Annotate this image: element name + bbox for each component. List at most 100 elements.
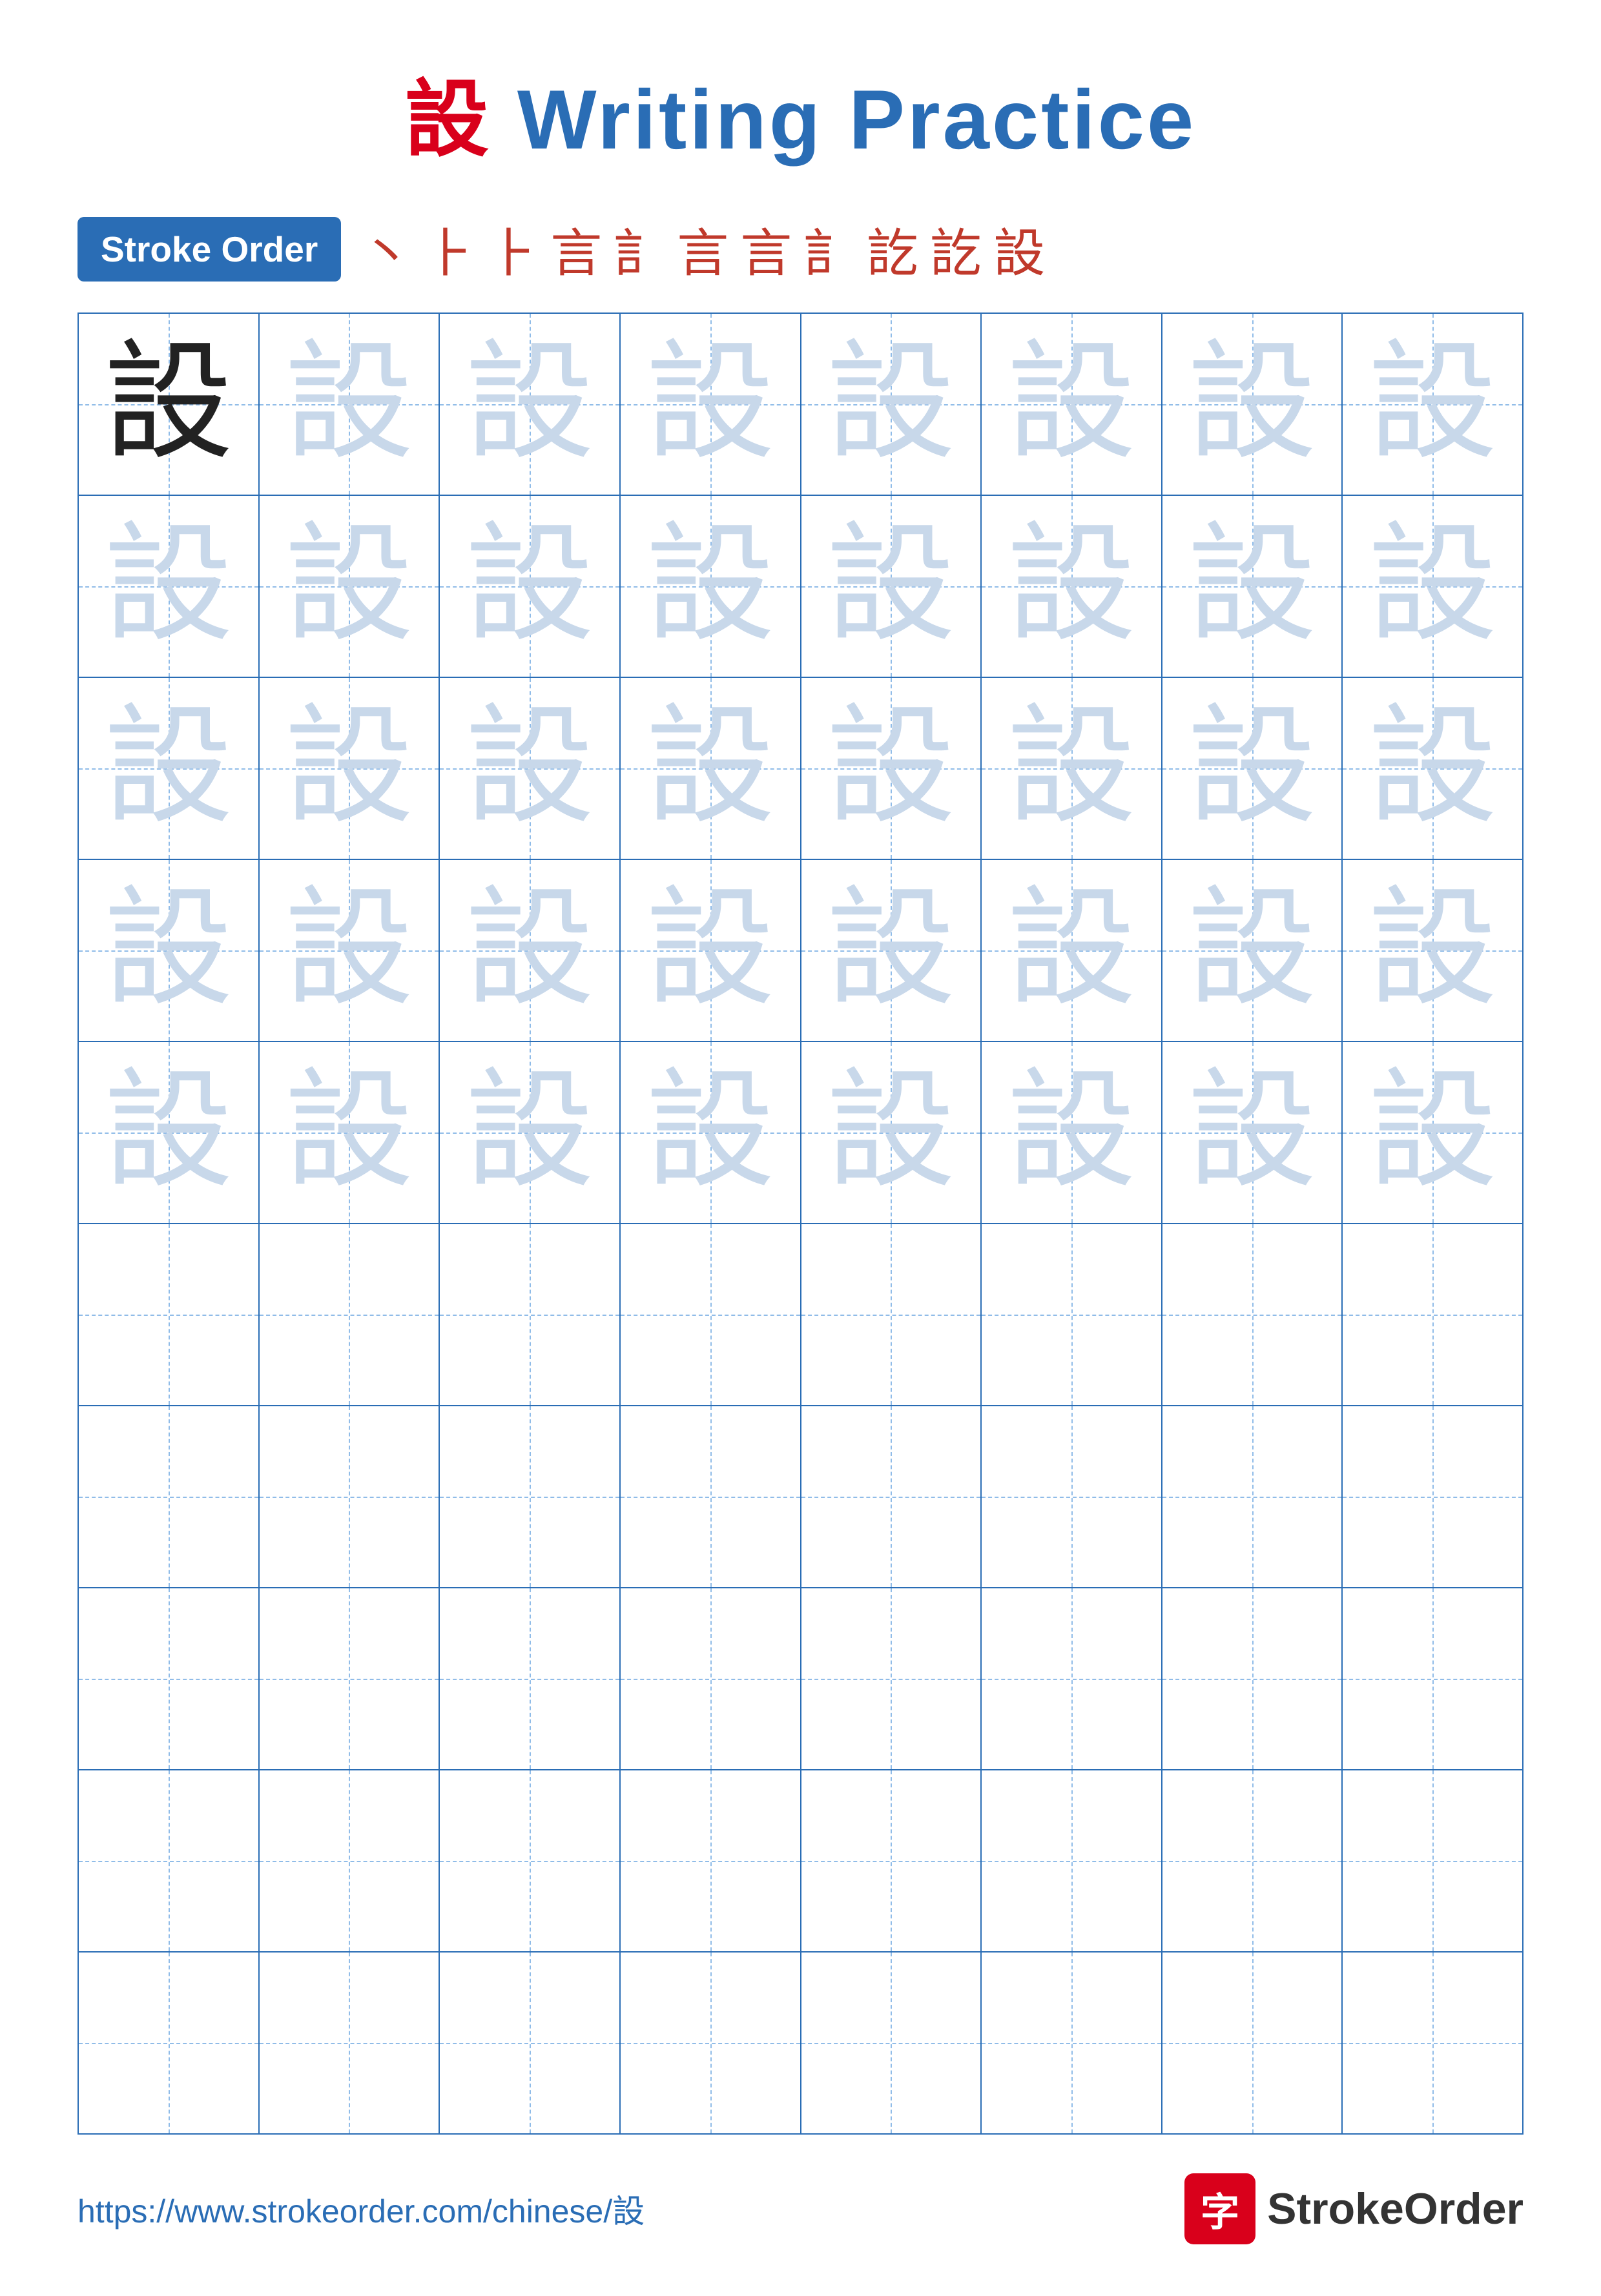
grid-cell[interactable]: 設 bbox=[440, 1042, 621, 1223]
grid-cell[interactable]: 設 bbox=[982, 678, 1162, 859]
grid-cell[interactable] bbox=[440, 1588, 621, 1769]
grid-cell[interactable]: 設 bbox=[79, 496, 260, 677]
stroke-step: 丶 bbox=[360, 212, 412, 287]
grid-cell[interactable] bbox=[621, 1224, 801, 1405]
grid-cell[interactable] bbox=[440, 1770, 621, 1951]
grid-row bbox=[79, 1224, 1522, 1406]
grid-cell[interactable] bbox=[1162, 1406, 1343, 1587]
grid-cell[interactable] bbox=[260, 1588, 440, 1769]
title-rest: Writing Practice bbox=[491, 72, 1196, 167]
grid-cell[interactable] bbox=[79, 1953, 260, 2133]
stroke-chars: 丶 ⺊ ⺊ 言 訁 言 言 訁 訖 訖 設 bbox=[360, 212, 1045, 287]
grid-cell[interactable] bbox=[801, 1406, 982, 1587]
practice-char: 設 bbox=[1007, 1068, 1136, 1197]
grid-cell[interactable] bbox=[79, 1770, 260, 1951]
grid-cell[interactable]: 設 bbox=[621, 678, 801, 859]
grid-cell[interactable] bbox=[1162, 1588, 1343, 1769]
grid-cell[interactable]: 設 bbox=[621, 860, 801, 1041]
grid-cell[interactable]: 設 bbox=[801, 860, 982, 1041]
grid-cell[interactable]: 設 bbox=[982, 496, 1162, 677]
stroke-step: 訁 bbox=[803, 212, 855, 287]
practice-char: 設 bbox=[826, 340, 955, 469]
grid-cell[interactable]: 設 bbox=[1343, 314, 1522, 495]
grid-cell[interactable]: 設 bbox=[79, 1042, 260, 1223]
grid-cell[interactable] bbox=[982, 1224, 1162, 1405]
grid-cell[interactable] bbox=[621, 1770, 801, 1951]
grid-cell[interactable] bbox=[260, 1953, 440, 2133]
footer-logo: 字 StrokeOrder bbox=[1184, 2173, 1524, 2244]
grid-cell[interactable]: 設 bbox=[801, 1042, 982, 1223]
grid-cell[interactable]: 設 bbox=[801, 314, 982, 495]
grid-cell[interactable]: 設 bbox=[621, 314, 801, 495]
practice-char: 設 bbox=[826, 522, 955, 651]
grid-cell[interactable]: 設 bbox=[260, 314, 440, 495]
practice-char: 設 bbox=[826, 704, 955, 833]
practice-char: 設 bbox=[284, 704, 413, 833]
grid-cell[interactable]: 設 bbox=[801, 496, 982, 677]
grid-cell[interactable]: 設 bbox=[982, 1042, 1162, 1223]
grid-cell[interactable]: 設 bbox=[79, 314, 260, 495]
practice-char: 設 bbox=[104, 1068, 233, 1197]
stroke-step: ⺊ bbox=[487, 212, 539, 287]
title-char: 設 bbox=[405, 72, 491, 167]
grid-cell[interactable]: 設 bbox=[1162, 678, 1343, 859]
grid-cell[interactable]: 設 bbox=[440, 314, 621, 495]
grid-cell[interactable] bbox=[1343, 1953, 1522, 2133]
grid-cell[interactable] bbox=[621, 1406, 801, 1587]
grid-cell[interactable] bbox=[801, 1588, 982, 1769]
grid-cell[interactable]: 設 bbox=[1343, 860, 1522, 1041]
grid-cell[interactable] bbox=[1343, 1406, 1522, 1587]
grid-cell[interactable]: 設 bbox=[1343, 496, 1522, 677]
stroke-order-badge: Stroke Order bbox=[77, 217, 341, 282]
grid-cell[interactable] bbox=[260, 1406, 440, 1587]
grid-cell[interactable] bbox=[1343, 1224, 1522, 1405]
grid-cell[interactable] bbox=[621, 1953, 801, 2133]
grid-cell[interactable] bbox=[982, 1406, 1162, 1587]
grid-cell[interactable] bbox=[1343, 1770, 1522, 1951]
grid-cell[interactable] bbox=[982, 1770, 1162, 1951]
grid-cell[interactable] bbox=[621, 1588, 801, 1769]
grid-cell[interactable]: 設 bbox=[982, 314, 1162, 495]
grid-cell[interactable]: 設 bbox=[801, 678, 982, 859]
grid-cell[interactable]: 設 bbox=[260, 860, 440, 1041]
grid-row: 設設設設設設設設 bbox=[79, 1042, 1522, 1224]
grid-cell[interactable]: 設 bbox=[1162, 860, 1343, 1041]
grid-cell[interactable]: 設 bbox=[1162, 314, 1343, 495]
grid-cell[interactable] bbox=[440, 1406, 621, 1587]
grid-cell[interactable] bbox=[982, 1588, 1162, 1769]
grid-cell[interactable]: 設 bbox=[440, 860, 621, 1041]
grid-cell[interactable]: 設 bbox=[260, 496, 440, 677]
grid-cell[interactable] bbox=[79, 1588, 260, 1769]
practice-char: 設 bbox=[1188, 522, 1317, 651]
grid-cell[interactable] bbox=[260, 1224, 440, 1405]
grid-row bbox=[79, 1406, 1522, 1588]
grid-cell[interactable]: 設 bbox=[1343, 678, 1522, 859]
grid-cell[interactable] bbox=[801, 1953, 982, 2133]
grid-cell[interactable]: 設 bbox=[1162, 1042, 1343, 1223]
grid-cell[interactable]: 設 bbox=[1162, 496, 1343, 677]
grid-cell[interactable]: 設 bbox=[79, 860, 260, 1041]
grid-cell[interactable] bbox=[440, 1953, 621, 2133]
grid-cell[interactable]: 設 bbox=[260, 1042, 440, 1223]
grid-cell[interactable] bbox=[801, 1770, 982, 1951]
grid-cell[interactable]: 設 bbox=[1343, 1042, 1522, 1223]
grid-cell[interactable] bbox=[1162, 1770, 1343, 1951]
grid-cell[interactable]: 設 bbox=[621, 1042, 801, 1223]
grid-cell[interactable]: 設 bbox=[982, 860, 1162, 1041]
grid-cell[interactable]: 設 bbox=[260, 678, 440, 859]
practice-char: 設 bbox=[1007, 340, 1136, 469]
grid-cell[interactable]: 設 bbox=[440, 496, 621, 677]
grid-cell[interactable]: 設 bbox=[79, 678, 260, 859]
grid-cell[interactable] bbox=[260, 1770, 440, 1951]
grid-cell[interactable] bbox=[1343, 1588, 1522, 1769]
grid-cell[interactable] bbox=[79, 1224, 260, 1405]
grid-cell[interactable] bbox=[440, 1224, 621, 1405]
grid-cell[interactable] bbox=[982, 1953, 1162, 2133]
grid-cell[interactable] bbox=[801, 1224, 982, 1405]
practice-char: 設 bbox=[1368, 340, 1497, 469]
grid-cell[interactable] bbox=[79, 1406, 260, 1587]
grid-cell[interactable] bbox=[1162, 1224, 1343, 1405]
grid-cell[interactable]: 設 bbox=[440, 678, 621, 859]
grid-cell[interactable] bbox=[1162, 1953, 1343, 2133]
grid-cell[interactable]: 設 bbox=[621, 496, 801, 677]
